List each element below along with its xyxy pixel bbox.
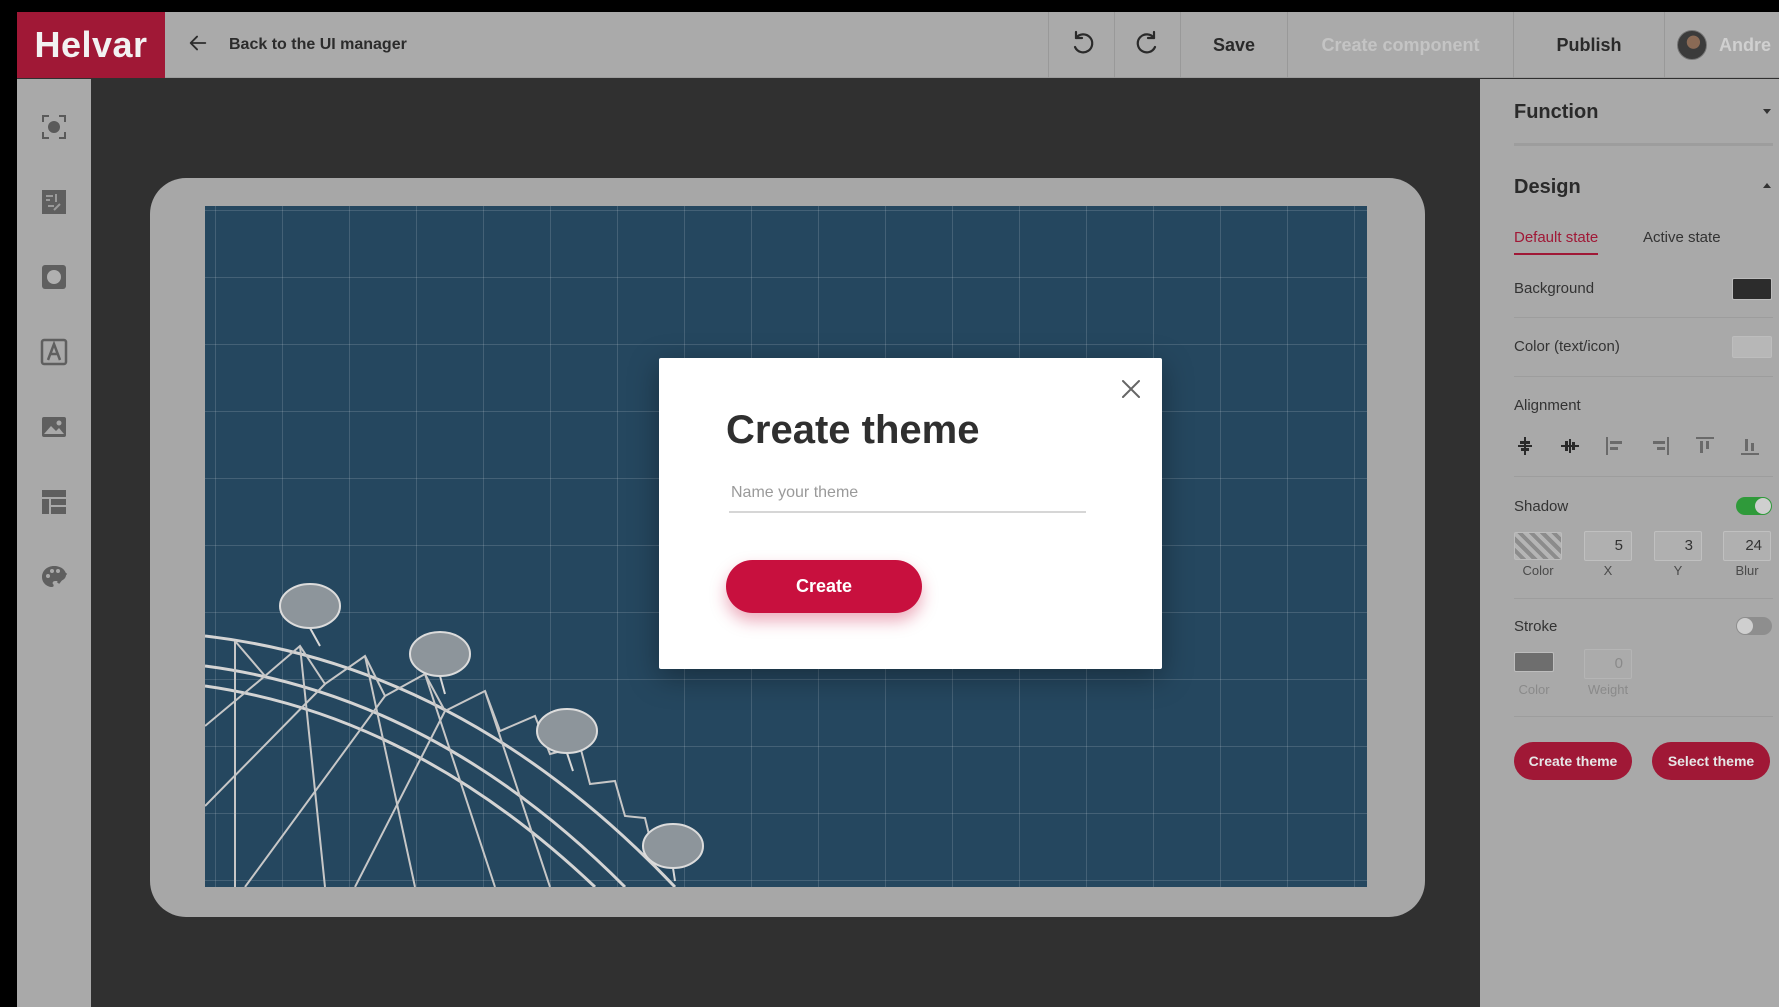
- helvar-logo: Helvar: [17, 12, 165, 78]
- alignment-label: Alignment: [1514, 397, 1581, 414]
- row-divider: [1514, 376, 1773, 377]
- toolbar-divider: [1664, 12, 1665, 78]
- stroke-label: Stroke: [1514, 618, 1558, 635]
- shadow-y-caption: Y: [1673, 563, 1683, 578]
- focus-tool-icon[interactable]: [40, 113, 68, 141]
- select-theme-button[interactable]: Select theme: [1652, 742, 1770, 780]
- avatar: [1677, 30, 1707, 60]
- user-name: Andre: [1719, 34, 1772, 55]
- properties-panel: Function Design Default state Active sta…: [1480, 79, 1779, 1007]
- align-top-icon[interactable]: [1694, 435, 1716, 457]
- tab-default-state[interactable]: Default state: [1514, 229, 1599, 255]
- back-link-label: Back to the UI manager: [229, 36, 407, 53]
- shadow-x-input[interactable]: 5: [1584, 531, 1632, 561]
- stroke-weight-input[interactable]: 0: [1584, 649, 1632, 679]
- undo-button[interactable]: [1049, 12, 1114, 78]
- shadow-blur-caption: Blur: [1735, 563, 1759, 578]
- arrow-left-icon: [187, 32, 209, 59]
- section-divider: [1514, 143, 1773, 146]
- chevron-up-icon: [1763, 183, 1771, 188]
- chevron-down-icon: [1763, 109, 1771, 114]
- design-section-toggle[interactable]: Design: [1514, 176, 1581, 199]
- shadow-label: Shadow: [1514, 498, 1569, 515]
- color-text-icon-label: Color (text/icon): [1514, 338, 1620, 355]
- stroke-color-caption: Color: [1518, 682, 1550, 697]
- create-button[interactable]: Create: [726, 560, 922, 613]
- create-theme-button[interactable]: Create theme: [1514, 742, 1632, 780]
- stroke-color-swatch[interactable]: [1514, 652, 1554, 672]
- close-icon: [1118, 380, 1144, 406]
- layout-tool-icon[interactable]: [40, 488, 68, 516]
- toggle-knob: [1737, 618, 1753, 634]
- text-color-swatch[interactable]: [1732, 336, 1772, 358]
- background-color-swatch[interactable]: [1732, 278, 1772, 300]
- shadow-blur-input[interactable]: 24: [1723, 531, 1771, 561]
- redo-button[interactable]: [1115, 12, 1180, 78]
- row-divider: [1514, 598, 1773, 599]
- background-label: Background: [1514, 280, 1595, 297]
- top-bar: Helvar Back to the UI manager Save Creat…: [17, 12, 1779, 78]
- create-component-button[interactable]: Create component: [1288, 12, 1513, 78]
- left-toolbar: [17, 79, 91, 1007]
- dialog-title: Create theme: [726, 408, 980, 452]
- shadow-color-caption: Color: [1522, 563, 1554, 578]
- palette-tool-icon[interactable]: [40, 563, 68, 591]
- back-to-ui-manager-link[interactable]: Back to the UI manager: [187, 12, 407, 78]
- save-button[interactable]: Save: [1181, 12, 1287, 78]
- shadow-x-caption: X: [1603, 563, 1613, 578]
- align-bottom-icon[interactable]: [1739, 435, 1761, 457]
- redo-icon: [1134, 29, 1162, 62]
- component-tool-icon[interactable]: [40, 188, 68, 216]
- app-screen: Helvar Back to the UI manager Save Creat…: [17, 12, 1779, 1007]
- function-section-toggle[interactable]: Function: [1514, 101, 1598, 124]
- close-button[interactable]: [1118, 376, 1144, 402]
- shape-tool-icon[interactable]: [40, 263, 68, 291]
- row-divider: [1514, 716, 1773, 717]
- theme-name-input[interactable]: [729, 475, 1086, 513]
- align-right-icon[interactable]: [1649, 435, 1671, 457]
- shadow-y-input[interactable]: 3: [1654, 531, 1702, 561]
- user-menu[interactable]: Andre: [1677, 12, 1771, 78]
- stroke-toggle[interactable]: [1736, 617, 1772, 635]
- row-divider: [1514, 476, 1773, 477]
- align-horizontal-center-icon[interactable]: [1559, 435, 1581, 457]
- text-tool-icon[interactable]: [40, 338, 68, 366]
- shadow-toggle[interactable]: [1736, 497, 1772, 515]
- publish-button[interactable]: Publish: [1514, 12, 1664, 78]
- stroke-weight-caption: Weight: [1587, 682, 1629, 697]
- align-left-icon[interactable]: [1604, 435, 1626, 457]
- row-divider: [1514, 317, 1773, 318]
- image-tool-icon[interactable]: [40, 413, 68, 441]
- toggle-knob: [1755, 498, 1771, 514]
- tab-active-state[interactable]: Active state: [1643, 229, 1721, 246]
- shadow-color-swatch[interactable]: [1514, 532, 1562, 560]
- create-theme-dialog: Create theme Create: [659, 358, 1162, 669]
- align-vertical-center-icon[interactable]: [1514, 435, 1536, 457]
- undo-icon: [1068, 29, 1096, 62]
